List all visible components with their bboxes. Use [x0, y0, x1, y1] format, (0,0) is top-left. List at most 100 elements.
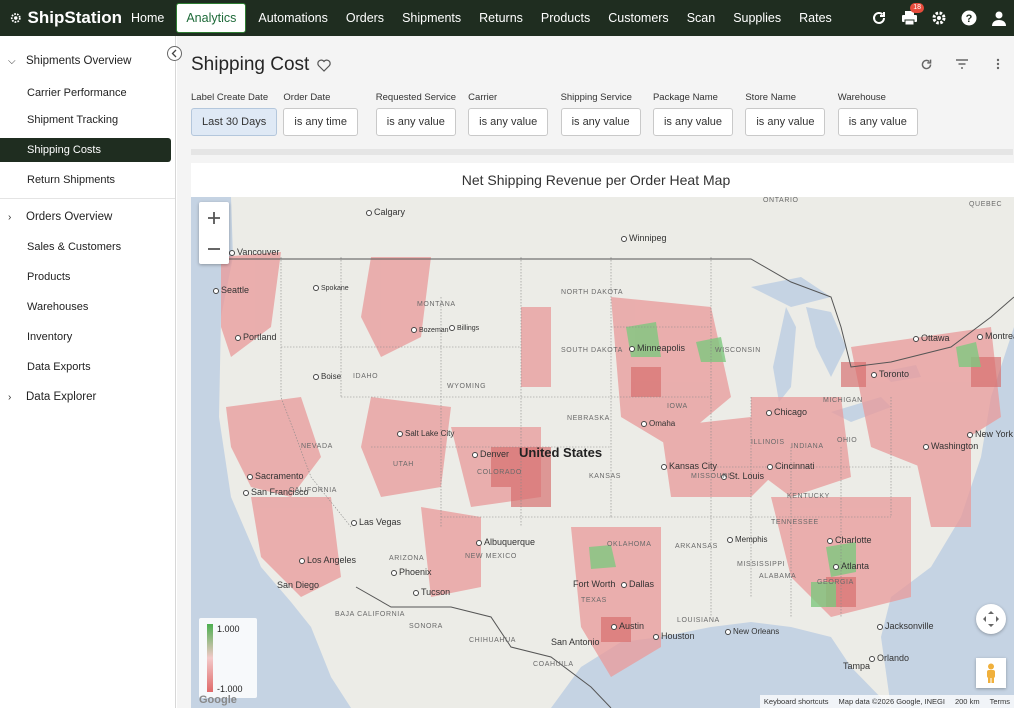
street-view-pegman-button[interactable] — [976, 658, 1006, 688]
favorite-heart-icon[interactable] — [317, 59, 331, 72]
city-label: Minneapolis — [629, 343, 685, 353]
nav-supplies[interactable]: Supplies — [724, 3, 790, 33]
google-logo: Google — [199, 694, 237, 706]
sidebar-divider — [0, 198, 175, 199]
zoom-in-button[interactable] — [199, 202, 229, 233]
filter-package-name: Package Name is any value — [652, 92, 745, 136]
filter-label: Package Name — [652, 92, 718, 103]
city-label: Portland — [235, 332, 277, 342]
nav-orders[interactable]: Orders — [337, 3, 393, 33]
filter-value-button[interactable]: is any value — [745, 108, 826, 136]
sidebar-group-data-explorer[interactable]: › Data Explorer — [0, 382, 175, 412]
terms-link[interactable]: Terms — [990, 697, 1010, 706]
sidebar-item-shipping-costs[interactable]: Shipping Costs — [0, 138, 171, 162]
collapse-sidebar-button[interactable] — [167, 46, 182, 61]
city-label: Salt Lake City — [397, 429, 454, 438]
dashboard-actions — [918, 56, 1006, 72]
state-label: KANSAS — [589, 473, 621, 480]
more-vertical-icon[interactable] — [990, 56, 1006, 72]
nav-returns[interactable]: Returns — [470, 3, 532, 33]
nav-products[interactable]: Products — [532, 3, 599, 33]
state-label: ARIZONA — [389, 555, 425, 562]
city-label: Chicago — [766, 407, 807, 417]
city-label: San Diego — [277, 580, 320, 590]
city-label: Albuquerque — [476, 537, 535, 547]
pan-control-button[interactable] — [976, 604, 1006, 634]
state-label: BAJA CALIFORNIA — [335, 611, 406, 618]
filter-value-button[interactable]: is any value — [560, 108, 641, 136]
filter-value-button[interactable]: is any time — [283, 108, 358, 136]
state-label: OHIO — [837, 437, 858, 444]
zoom-out-button[interactable] — [199, 233, 229, 264]
color-legend: 1.000 -1.000 — [199, 618, 257, 698]
filter-icon[interactable] — [954, 56, 970, 72]
city-label: Fort Worth — [573, 579, 616, 589]
city-label: Boise — [313, 372, 341, 381]
tile-strip — [191, 149, 1013, 155]
filter-shipping-service: Shipping Service is any value — [560, 92, 653, 136]
map-data-credit: Map data ©2026 Google, INEGI — [838, 697, 945, 706]
filter-value-button[interactable]: is any value — [837, 108, 918, 136]
filter-value-button[interactable]: is any value — [375, 108, 456, 136]
state-label: SONORA — [409, 623, 443, 630]
filter-label: Order Date — [283, 92, 331, 103]
chevron-right-icon: › — [8, 211, 12, 223]
city-label: Montreal — [977, 331, 1014, 341]
state-label: SOUTH DAKOTA — [561, 347, 623, 354]
city-label: San Antonio — [551, 637, 600, 647]
chevron-down-icon: ⌵ — [8, 55, 16, 67]
nav-customers[interactable]: Customers — [599, 3, 677, 33]
nav-analytics[interactable]: Analytics — [176, 3, 247, 33]
state-label: MONTANA — [417, 301, 456, 308]
state-label: LOUISIANA — [677, 617, 720, 624]
sidebar-item-carrier-performance[interactable]: Carrier Performance — [0, 78, 175, 108]
city-label: Vancouver — [229, 247, 279, 257]
sidebar-item-shipment-tracking[interactable]: Shipment Tracking — [0, 105, 175, 135]
nav-rates[interactable]: Rates — [790, 3, 841, 33]
city-label: New York — [967, 429, 1013, 439]
nav-scan[interactable]: Scan — [678, 3, 725, 33]
filter-store-name: Store Name is any value — [745, 92, 837, 136]
state-label: QUEBEC — [969, 201, 1003, 208]
sidebar-item-inventory[interactable]: Inventory — [0, 322, 175, 352]
top-navigation-bar: ShipStation Home Analytics Automations O… — [0, 0, 1014, 36]
state-label: MISSISSIPPI — [737, 561, 786, 568]
heat-map[interactable]: Calgary Winnipeg Vancouver Seattle Spoka… — [191, 197, 1014, 708]
settings-gear-icon[interactable] — [930, 9, 948, 27]
sidebar-group-orders-overview[interactable]: › Orders Overview — [0, 202, 175, 232]
city-label: Dallas — [621, 579, 654, 589]
filter-value-button[interactable]: Last 30 Days — [191, 108, 278, 136]
state-label: MISSOURI — [691, 473, 731, 480]
filter-value-button[interactable]: is any value — [652, 108, 734, 136]
app-name: ShipStation — [27, 8, 122, 27]
top-icons: 18 ? — [870, 0, 1008, 36]
sidebar-item-data-exports[interactable]: Data Exports — [0, 352, 175, 382]
refresh-icon[interactable] — [870, 9, 888, 27]
city-label: Orlando — [869, 653, 909, 663]
sidebar-item-sales-customers[interactable]: Sales & Customers — [0, 232, 175, 262]
sidebar-item-return-shipments[interactable]: Return Shipments — [0, 165, 175, 195]
sidebar-item-products[interactable]: Products — [0, 262, 175, 292]
page-title: Shipping Cost — [191, 54, 310, 75]
state-label: NEVADA — [301, 443, 333, 450]
printer-badge: 18 — [910, 3, 924, 13]
map-title: Net Shipping Revenue per Order Heat Map — [461, 172, 731, 188]
heatmap-tile: Net Shipping Revenue per Order Heat Map — [191, 163, 1014, 708]
keyboard-shortcuts-link[interactable]: Keyboard shortcuts — [764, 697, 829, 706]
filter-bar: Label Create Date Last 30 Days Order Dat… — [191, 92, 930, 136]
state-label: WYOMING — [447, 383, 487, 390]
nav-automations[interactable]: Automations — [249, 3, 336, 33]
state-label: TENNESSEE — [771, 519, 819, 526]
nav-home[interactable]: Home — [122, 3, 173, 33]
city-label: Billings — [449, 325, 479, 332]
user-account-icon[interactable] — [990, 9, 1008, 27]
nav-shipments[interactable]: Shipments — [393, 3, 470, 33]
reload-icon[interactable] — [918, 56, 934, 72]
sidebar-group-shipments-overview[interactable]: ⌵ Shipments Overview — [0, 46, 175, 76]
sidebar-item-warehouses[interactable]: Warehouses — [0, 292, 175, 322]
help-icon[interactable]: ? — [960, 9, 978, 27]
shipstation-logo[interactable]: ShipStation — [0, 8, 122, 28]
filter-value-button[interactable]: is any value — [468, 108, 549, 136]
main-nav: Home Analytics Automations Orders Shipme… — [122, 0, 841, 36]
printer-icon[interactable]: 18 — [900, 3, 924, 27]
